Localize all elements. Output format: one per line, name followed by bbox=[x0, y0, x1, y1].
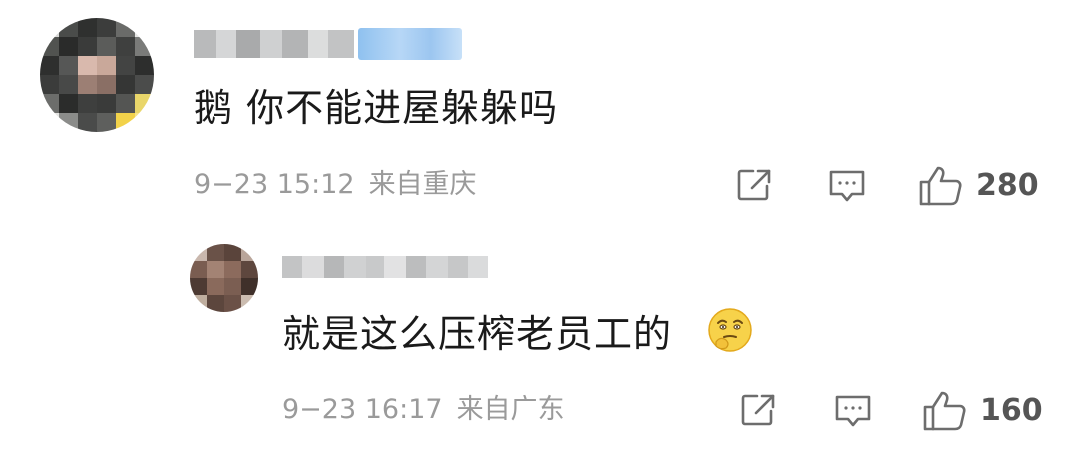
reply-commenter-username[interactable] bbox=[282, 256, 488, 278]
commenter-avatar[interactable] bbox=[40, 18, 154, 132]
reply-meta: 9−23 16:17 来自广东 bbox=[282, 394, 565, 426]
share-icon[interactable] bbox=[736, 168, 772, 206]
user-badge bbox=[358, 28, 462, 60]
comment-location: 来自重庆 bbox=[368, 169, 477, 200]
comment-time: 9−23 15:12 bbox=[194, 169, 355, 200]
comment-text: 鹅 你不能进屋躲躲吗 bbox=[194, 86, 559, 130]
like-count: 280 bbox=[976, 168, 1039, 203]
thinking-face-emoji bbox=[706, 306, 754, 358]
reply-text: 就是这么压榨老员工的 bbox=[282, 312, 673, 356]
reply-location: 来自广东 bbox=[456, 394, 565, 425]
comment-icon[interactable] bbox=[834, 393, 872, 433]
reply-time: 9−23 16:17 bbox=[282, 394, 443, 425]
reply-commenter-avatar[interactable] bbox=[190, 244, 258, 312]
comment-meta: 9−23 15:12 来自重庆 bbox=[194, 169, 477, 201]
thumbs-up-icon[interactable] bbox=[918, 164, 964, 212]
comment-icon[interactable] bbox=[828, 168, 866, 208]
share-icon[interactable] bbox=[740, 393, 776, 431]
thumbs-up-icon[interactable] bbox=[922, 389, 968, 437]
commenter-username[interactable] bbox=[194, 30, 354, 58]
like-count: 160 bbox=[980, 393, 1043, 428]
